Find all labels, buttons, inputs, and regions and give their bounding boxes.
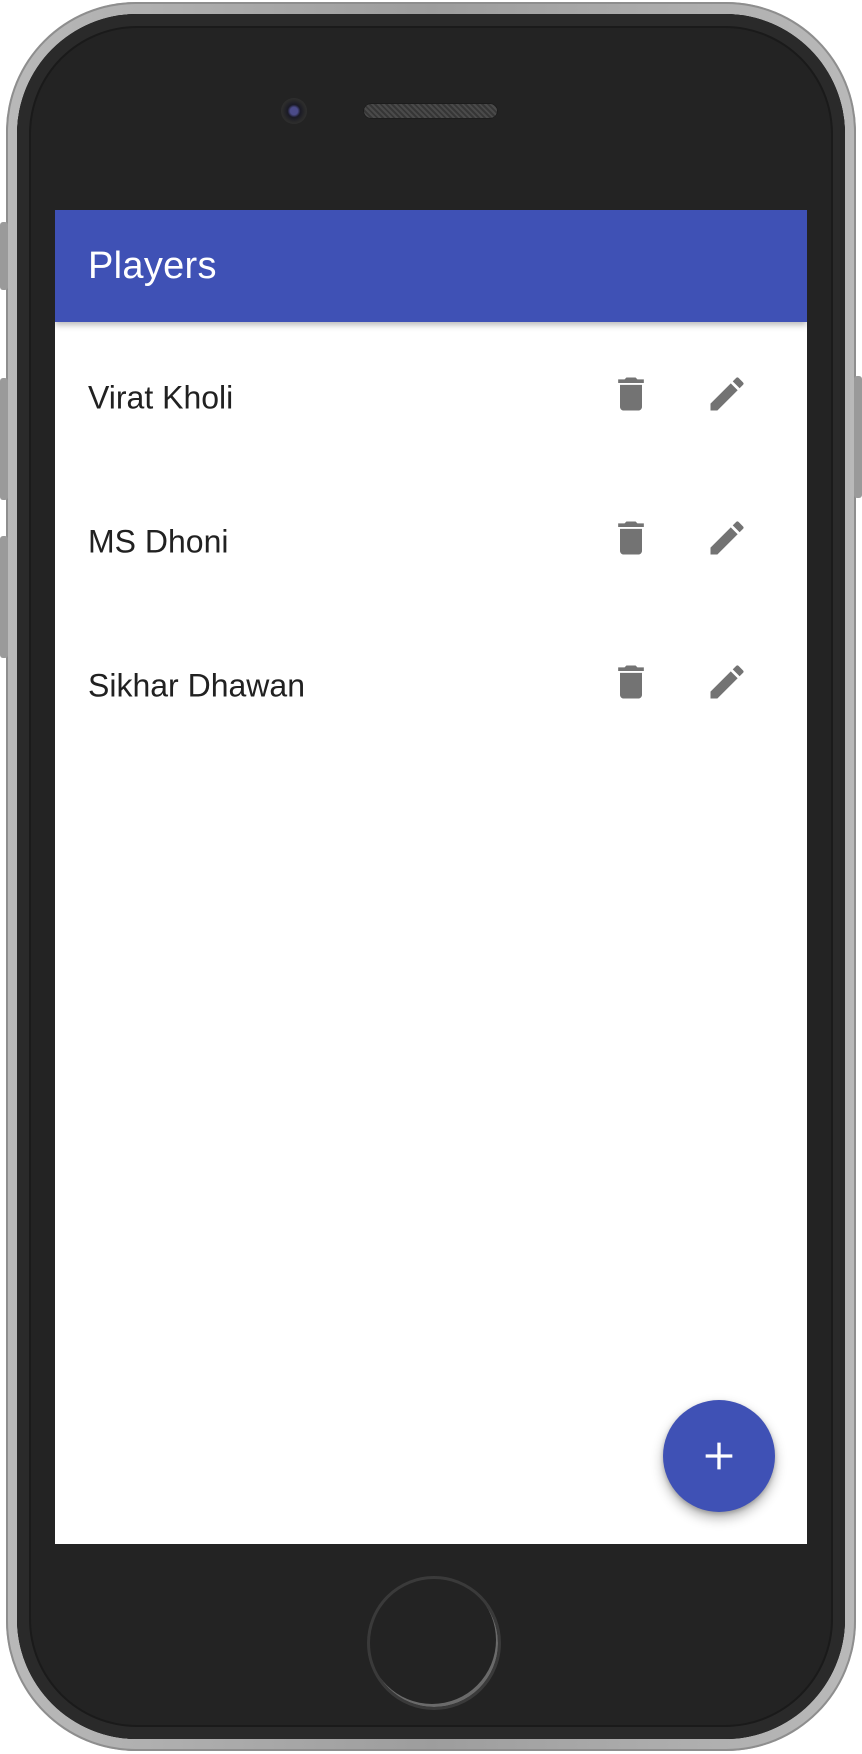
trash-icon — [618, 521, 644, 555]
edit-button[interactable] — [697, 364, 757, 424]
delete-button[interactable] — [601, 508, 661, 568]
app-bar: Players — [55, 210, 807, 322]
home-button[interactable] — [367, 1576, 501, 1710]
delete-button[interactable] — [601, 364, 661, 424]
pencil-icon — [710, 665, 744, 699]
list-item: Virat Kholi — [55, 322, 807, 466]
add-player-button[interactable] — [663, 1400, 775, 1512]
list-item: Sikhar Dhawan — [55, 610, 807, 754]
plus-icon — [705, 1442, 733, 1470]
trash-icon — [618, 665, 644, 699]
pencil-icon — [710, 377, 744, 411]
list-item: MS Dhoni — [55, 466, 807, 610]
player-list: Virat Kholi MS Dhoni Sikhar Dhawan — [55, 322, 807, 754]
page-title: Players — [88, 245, 217, 287]
front-camera — [281, 98, 307, 124]
edit-button[interactable] — [697, 652, 757, 712]
pencil-icon — [710, 521, 744, 555]
edit-button[interactable] — [697, 508, 757, 568]
player-name: Sikhar Dhawan — [88, 667, 305, 704]
app-screen: Players Virat Kholi MS Dhoni Sikhar Dhaw… — [55, 210, 807, 1544]
volume-down-button — [0, 536, 8, 658]
earpiece-speaker — [363, 103, 498, 119]
power-button — [854, 376, 862, 498]
mute-switch — [0, 222, 8, 290]
player-name: Virat Kholi — [88, 379, 234, 416]
trash-icon — [618, 377, 644, 411]
volume-up-button — [0, 378, 8, 500]
delete-button[interactable] — [601, 652, 661, 712]
player-name: MS Dhoni — [88, 523, 229, 560]
